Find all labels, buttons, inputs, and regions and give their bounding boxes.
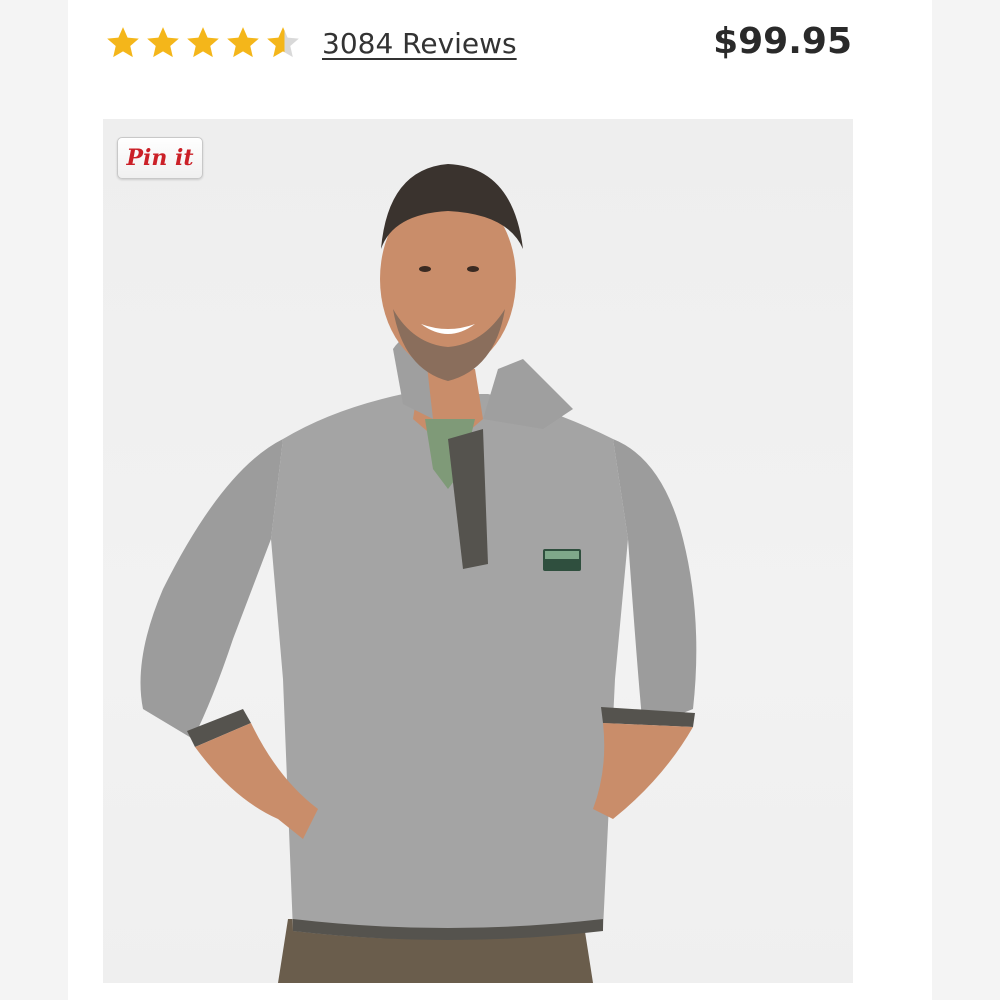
star-icon <box>107 27 139 58</box>
model-illustration <box>140 164 697 983</box>
product-image[interactable] <box>103 119 853 983</box>
half-star-icon <box>267 27 299 58</box>
right-sleeve <box>613 439 697 729</box>
star-icon <box>147 27 179 58</box>
left-eye <box>419 266 431 272</box>
pin-it-button[interactable]: Pin it <box>117 137 203 179</box>
left-sleeve <box>140 439 283 739</box>
star-icon <box>227 27 259 58</box>
reviews-link[interactable]: 3084 Reviews <box>322 26 517 62</box>
product-price: $99.95 <box>713 21 852 62</box>
right-forearm <box>593 723 693 819</box>
star-icon <box>187 27 219 58</box>
right-eye <box>467 266 479 272</box>
star-rating[interactable] <box>104 24 302 62</box>
